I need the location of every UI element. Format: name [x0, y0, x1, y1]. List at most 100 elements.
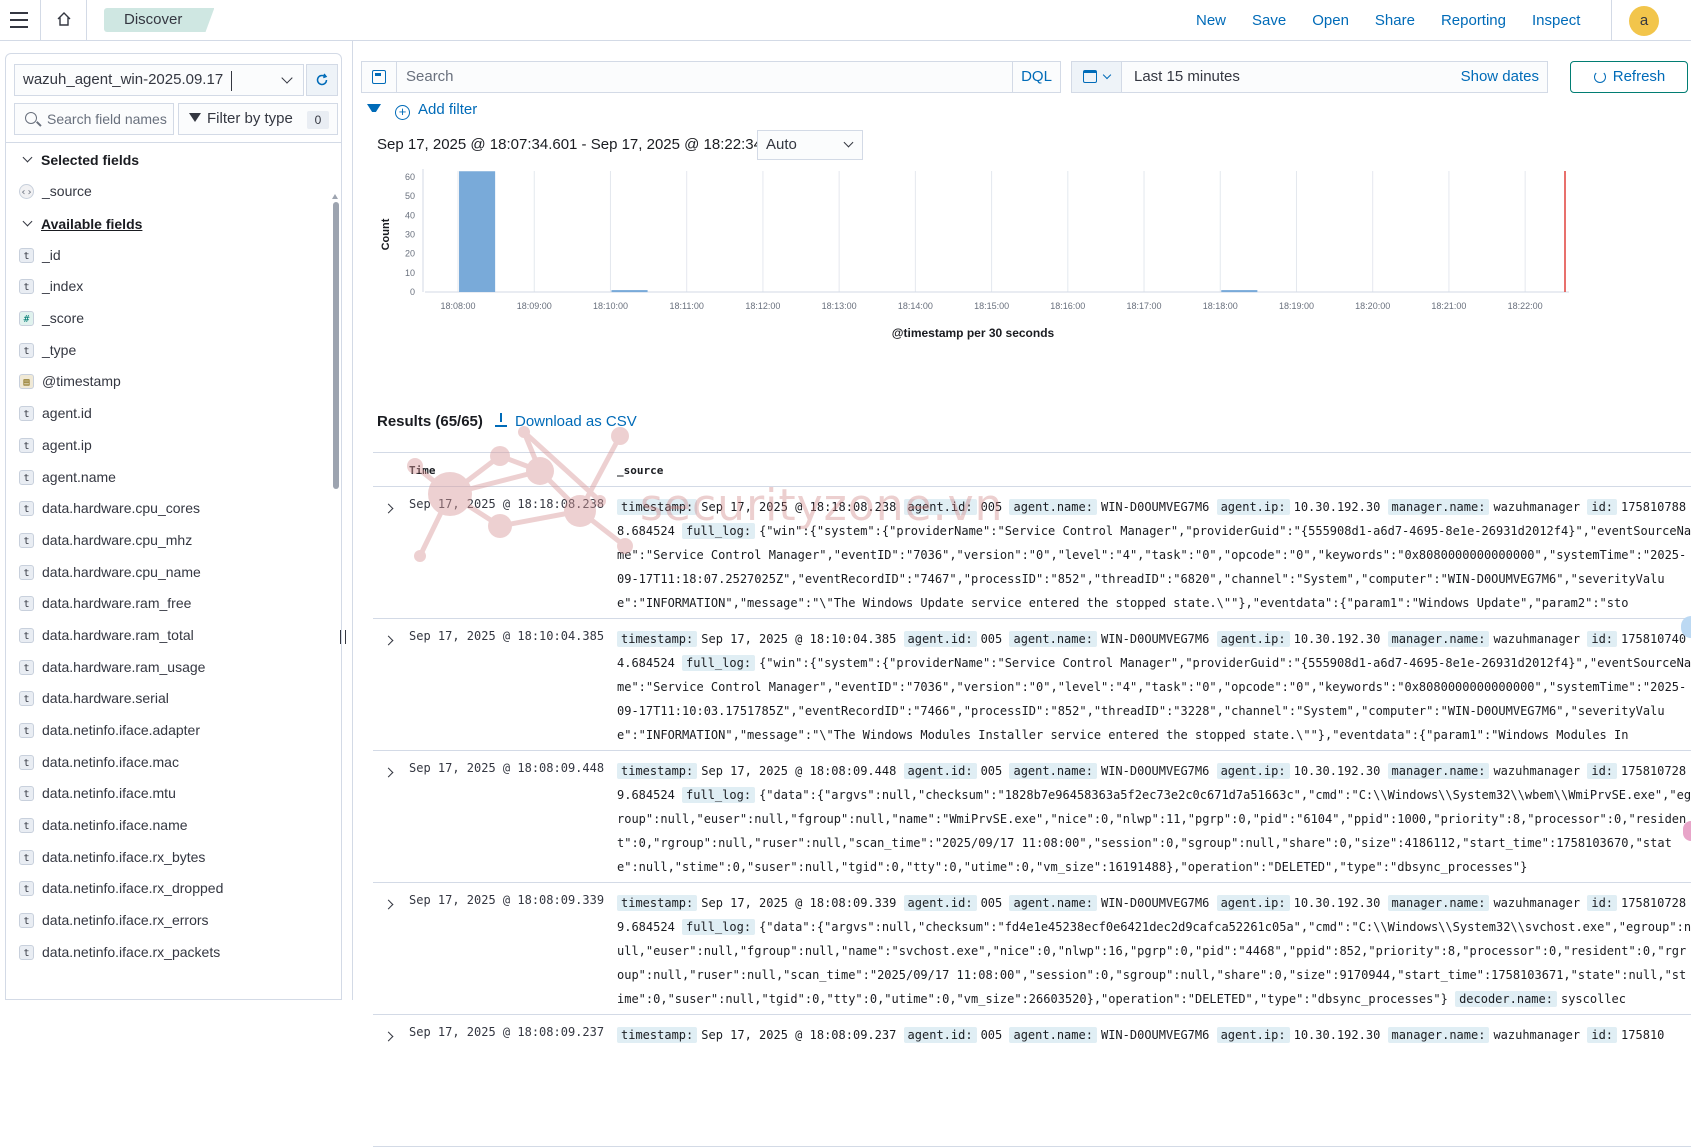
- source-field-key[interactable]: timestamp:: [617, 631, 698, 647]
- source-field-key[interactable]: timestamp:: [617, 895, 698, 911]
- query-input[interactable]: Search: [406, 62, 454, 92]
- field-item[interactable]: t data.netinfo.iface.rx_dropped: [6, 873, 333, 905]
- selected-fields-header[interactable]: Selected fields: [6, 144, 333, 176]
- field-item[interactable]: t data.hardware.cpu_name: [6, 557, 333, 589]
- source-field-key[interactable]: decoder.name:: [1455, 991, 1557, 1007]
- refresh-index-button[interactable]: [306, 64, 338, 96]
- chevron-right-icon[interactable]: [383, 767, 394, 778]
- date-range-text[interactable]: Last 15 minutes: [1134, 62, 1240, 92]
- field-item[interactable]: t data.hardware.ram_usage: [6, 652, 333, 684]
- side-tab[interactable]: [1683, 821, 1691, 841]
- field-item[interactable]: t agent.ip: [6, 430, 333, 462]
- interval-select[interactable]: Auto: [757, 130, 863, 160]
- chevron-right-icon[interactable]: [383, 503, 394, 514]
- hamburger-icon[interactable]: [10, 12, 28, 28]
- field-item[interactable]: t data.netinfo.iface.name: [6, 810, 333, 842]
- source-field-key[interactable]: agent.name:: [1009, 895, 1097, 911]
- sidebar-scrollbar[interactable]: [333, 202, 339, 489]
- field-item[interactable]: t agent.id: [6, 398, 333, 430]
- nav-open[interactable]: Open: [1312, 12, 1349, 29]
- source-field-key[interactable]: agent.name:: [1009, 763, 1097, 779]
- field-item[interactable]: t agent.name: [6, 462, 333, 494]
- field-item[interactable]: t data.netinfo.iface.rx_errors: [6, 905, 333, 937]
- source-field-key[interactable]: full_log:: [682, 655, 756, 671]
- refresh-button[interactable]: Refresh: [1570, 61, 1688, 93]
- source-field-key[interactable]: agent.name:: [1009, 499, 1097, 515]
- field-item[interactable]: t _index: [6, 271, 333, 303]
- field-item[interactable]: ‹› _source: [6, 176, 333, 208]
- source-field-key[interactable]: manager.name:: [1387, 631, 1490, 647]
- field-item[interactable]: t data.netinfo.iface.rx_packets: [6, 937, 333, 969]
- field-item[interactable]: t _type: [6, 335, 333, 367]
- download-csv-button[interactable]: Download as CSV: [495, 413, 637, 430]
- index-pattern-select[interactable]: wazuh_agent_win-2025.09.17: [14, 64, 304, 96]
- source-field-key[interactable]: id:: [1587, 763, 1618, 779]
- nav-inspect[interactable]: Inspect: [1532, 12, 1580, 29]
- field-item[interactable]: ▤ @timestamp: [6, 366, 333, 398]
- field-item[interactable]: t data.netinfo.iface.rx_bytes: [6, 842, 333, 874]
- chevron-right-icon[interactable]: [383, 899, 394, 910]
- source-field-key[interactable]: manager.name:: [1387, 763, 1490, 779]
- quick-menu-button[interactable]: [1072, 62, 1122, 92]
- field-item[interactable]: t data.hardware.cpu_cores: [6, 493, 333, 525]
- table-row[interactable]: Sep 17, 2025 @ 18:08:09.339 timestamp: Sep…: [373, 883, 1691, 1015]
- source-field-key[interactable]: agent.ip:: [1216, 499, 1290, 515]
- source-field-key[interactable]: agent.ip:: [1216, 763, 1290, 779]
- field-item[interactable]: t data.netinfo.iface.adapter: [6, 715, 333, 747]
- field-item[interactable]: t _id: [6, 240, 333, 272]
- resize-handle[interactable]: [340, 630, 346, 644]
- scroll-up-arrow[interactable]: [332, 194, 338, 199]
- source-field-key[interactable]: agent.id:: [903, 763, 977, 779]
- source-field-key[interactable]: manager.name:: [1387, 499, 1490, 515]
- field-item[interactable]: t data.hardware.ram_free: [6, 588, 333, 620]
- column-header-source[interactable]: _source: [617, 464, 663, 477]
- source-field-key[interactable]: agent.ip:: [1216, 1027, 1290, 1043]
- add-filter-button[interactable]: + Add filter: [395, 99, 477, 121]
- source-field-key[interactable]: agent.name:: [1009, 631, 1097, 647]
- field-item[interactable]: t data.hardware.serial: [6, 683, 333, 715]
- source-field-key[interactable]: id:: [1587, 499, 1618, 515]
- table-row[interactable]: Sep 17, 2025 @ 18:10:04.385 timestamp: Sep…: [373, 619, 1691, 751]
- breadcrumb[interactable]: Discover: [104, 8, 215, 32]
- source-field-key[interactable]: agent.ip:: [1216, 631, 1290, 647]
- field-item[interactable]: t data.hardware.ram_total: [6, 620, 333, 652]
- source-field-key[interactable]: agent.id:: [903, 631, 977, 647]
- nav-share[interactable]: Share: [1375, 12, 1415, 29]
- filter-by-type-button[interactable]: Filter by type 0: [178, 103, 338, 135]
- column-header-time[interactable]: Time: [409, 464, 436, 477]
- source-field-key[interactable]: agent.name:: [1009, 1027, 1097, 1043]
- source-field-key[interactable]: agent.ip:: [1216, 895, 1290, 911]
- source-field-key[interactable]: timestamp:: [617, 1027, 698, 1043]
- chevron-right-icon[interactable]: [383, 1031, 394, 1042]
- chevron-right-icon[interactable]: [383, 635, 394, 646]
- home-icon[interactable]: [56, 11, 72, 27]
- field-item[interactable]: t data.hardware.cpu_mhz: [6, 525, 333, 557]
- table-row[interactable]: Sep 17, 2025 @ 18:08:09.237 timestamp: Sep…: [373, 1015, 1691, 1147]
- available-fields-header[interactable]: Available fields: [6, 208, 333, 240]
- query-language-button[interactable]: DQL: [1012, 62, 1060, 92]
- nav-save[interactable]: Save: [1252, 12, 1286, 29]
- avatar[interactable]: a: [1629, 6, 1659, 36]
- field-item[interactable]: # _score: [6, 303, 333, 335]
- table-row[interactable]: Sep 17, 2025 @ 18:08:09.448 timestamp: Sep…: [373, 751, 1691, 883]
- nav-reporting[interactable]: Reporting: [1441, 12, 1506, 29]
- show-dates-button[interactable]: Show dates: [1461, 62, 1539, 92]
- source-field-key[interactable]: full_log:: [682, 919, 756, 935]
- table-row[interactable]: Sep 17, 2025 @ 18:18:08.238 timestamp: Sep…: [373, 487, 1691, 619]
- source-field-key[interactable]: full_log:: [682, 787, 756, 803]
- source-field-key[interactable]: agent.id:: [903, 895, 977, 911]
- source-field-key[interactable]: id:: [1587, 1027, 1618, 1043]
- filter-icon[interactable]: [367, 104, 381, 118]
- source-field-key[interactable]: manager.name:: [1387, 1027, 1490, 1043]
- field-item[interactable]: t data.netinfo.iface.mac: [6, 747, 333, 779]
- source-field-key[interactable]: manager.name:: [1387, 895, 1490, 911]
- nav-new[interactable]: New: [1196, 12, 1226, 29]
- source-field-key[interactable]: id:: [1587, 631, 1618, 647]
- field-item[interactable]: t data.netinfo.iface.mtu: [6, 778, 333, 810]
- save-query-icon[interactable]: [372, 70, 386, 84]
- source-field-key[interactable]: id:: [1587, 895, 1618, 911]
- source-field-key[interactable]: timestamp:: [617, 763, 698, 779]
- source-field-value: wazuhmanager: [1493, 896, 1588, 910]
- source-field-key[interactable]: agent.id:: [903, 1027, 977, 1043]
- field-search-input[interactable]: Search field names: [14, 103, 174, 135]
